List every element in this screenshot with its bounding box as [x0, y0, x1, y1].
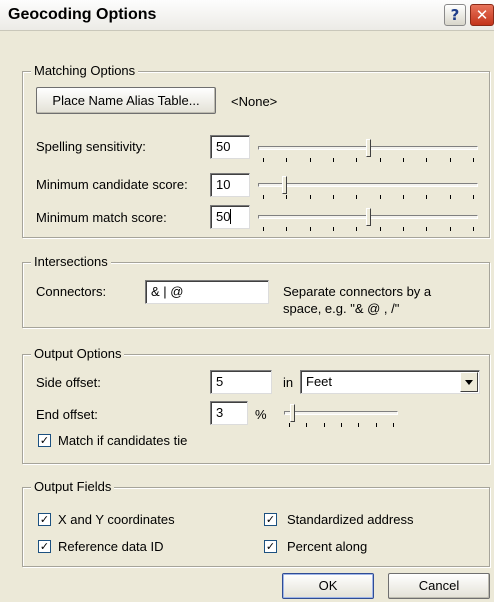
connectors-label: Connectors: [36, 284, 107, 299]
check-icon: ✓ [39, 540, 50, 553]
slider-tick [286, 158, 287, 162]
slider-tick [376, 423, 377, 427]
end-offset-slider[interactable] [284, 404, 398, 429]
title-bar: Geocoding Options ? ✕ [0, 0, 494, 31]
slider-tick [450, 158, 451, 162]
output-options-title: Output Options [31, 346, 125, 362]
percent-along-checkbox[interactable]: ✓ [264, 540, 277, 553]
slider-tick [263, 227, 264, 231]
check-icon: ✓ [265, 513, 276, 526]
check-icon: ✓ [39, 513, 50, 526]
slider-thumb[interactable] [366, 139, 371, 157]
check-icon: ✓ [265, 540, 276, 553]
slider-tick [310, 158, 311, 162]
check-icon: ✓ [39, 434, 50, 447]
slider-tick [450, 227, 451, 231]
spelling-sensitivity-slider[interactable] [258, 139, 478, 164]
slider-tick [403, 158, 404, 162]
slider-tick [289, 423, 290, 427]
connectors-field[interactable]: & | @ [145, 280, 269, 304]
candidate-score-slider[interactable] [258, 176, 478, 201]
slider-tick [403, 227, 404, 231]
slider-track [284, 411, 398, 415]
slider-thumb[interactable] [282, 176, 287, 194]
chevron-down-icon[interactable] [460, 372, 478, 392]
slider-tick [324, 423, 325, 427]
candidate-score-field[interactable]: 10 [210, 173, 250, 197]
connectors-help-line1: Separate connectors by a [283, 284, 432, 299]
slider-tick [356, 227, 357, 231]
match-tie-checkbox[interactable]: ✓ [38, 434, 51, 447]
slider-thumb[interactable] [366, 208, 371, 226]
slider-tick [380, 195, 381, 199]
slider-tick [393, 423, 394, 427]
standardized-address-checkbox[interactable]: ✓ [264, 513, 277, 526]
help-icon[interactable]: ? [444, 4, 466, 26]
ok-button[interactable]: OK [282, 573, 374, 599]
end-offset-label: End offset: [36, 407, 98, 422]
end-offset-field[interactable]: 3 [210, 401, 248, 425]
xy-coordinates-label: X and Y coordinates [58, 512, 175, 527]
slider-tick [426, 195, 427, 199]
slider-tick [333, 227, 334, 231]
slider-tick [473, 195, 474, 199]
cancel-button[interactable]: Cancel [388, 573, 490, 599]
side-offset-field[interactable]: 5 [210, 370, 272, 394]
slider-tick [310, 195, 311, 199]
slider-tick [358, 423, 359, 427]
slider-tick [403, 195, 404, 199]
alias-table-button[interactable]: Place Name Alias Table... [36, 87, 216, 114]
slider-tick [426, 227, 427, 231]
matching-options-title: Matching Options [31, 63, 139, 79]
slider-tick [310, 227, 311, 231]
units-value: Feet [306, 374, 333, 389]
match-score-label: Minimum match score: [36, 210, 167, 225]
reference-id-label: Reference data ID [58, 539, 164, 554]
slider-tick [473, 227, 474, 231]
slider-thumb[interactable] [290, 404, 295, 422]
units-dropdown[interactable]: Feet [300, 370, 480, 394]
slider-tick [473, 158, 474, 162]
slider-tick [380, 227, 381, 231]
slider-tick [286, 227, 287, 231]
intersections-title: Intersections [31, 254, 111, 270]
slider-tick [356, 158, 357, 162]
slider-tick [380, 158, 381, 162]
match-tie-label: Match if candidates tie [58, 433, 188, 448]
spelling-sensitivity-field[interactable]: 50 [210, 135, 250, 159]
match-score-value: 50 [216, 209, 231, 224]
side-offset-label: Side offset: [36, 375, 101, 390]
candidate-score-label: Minimum candidate score: [36, 177, 188, 192]
percent-along-label: Percent along [287, 539, 368, 554]
slider-tick [263, 158, 264, 162]
slider-tick [333, 195, 334, 199]
slider-tick [426, 158, 427, 162]
reference-id-checkbox[interactable]: ✓ [38, 540, 51, 553]
slider-tick [333, 158, 334, 162]
in-label: in [283, 375, 294, 390]
percent-label: % [255, 407, 267, 422]
match-score-field[interactable]: 50 [210, 205, 250, 229]
slider-tick [286, 195, 287, 199]
spelling-sensitivity-label: Spelling sensitivity: [36, 139, 146, 154]
slider-tick [341, 423, 342, 427]
standardized-address-label: Standardized address [287, 512, 414, 527]
slider-tick [263, 195, 264, 199]
slider-track [258, 183, 478, 187]
slider-tick [306, 423, 307, 427]
window-title: Geocoding Options [8, 6, 157, 23]
match-score-slider[interactable] [258, 208, 478, 233]
connectors-help-line2: space, e.g. "& @ , /" [283, 301, 400, 316]
xy-coordinates-checkbox[interactable]: ✓ [38, 513, 51, 526]
output-fields-title: Output Fields [31, 479, 115, 495]
text-caret [230, 209, 232, 224]
slider-tick [356, 195, 357, 199]
alias-table-value: <None> [231, 94, 278, 109]
close-icon[interactable]: ✕ [470, 4, 494, 26]
slider-tick [450, 195, 451, 199]
